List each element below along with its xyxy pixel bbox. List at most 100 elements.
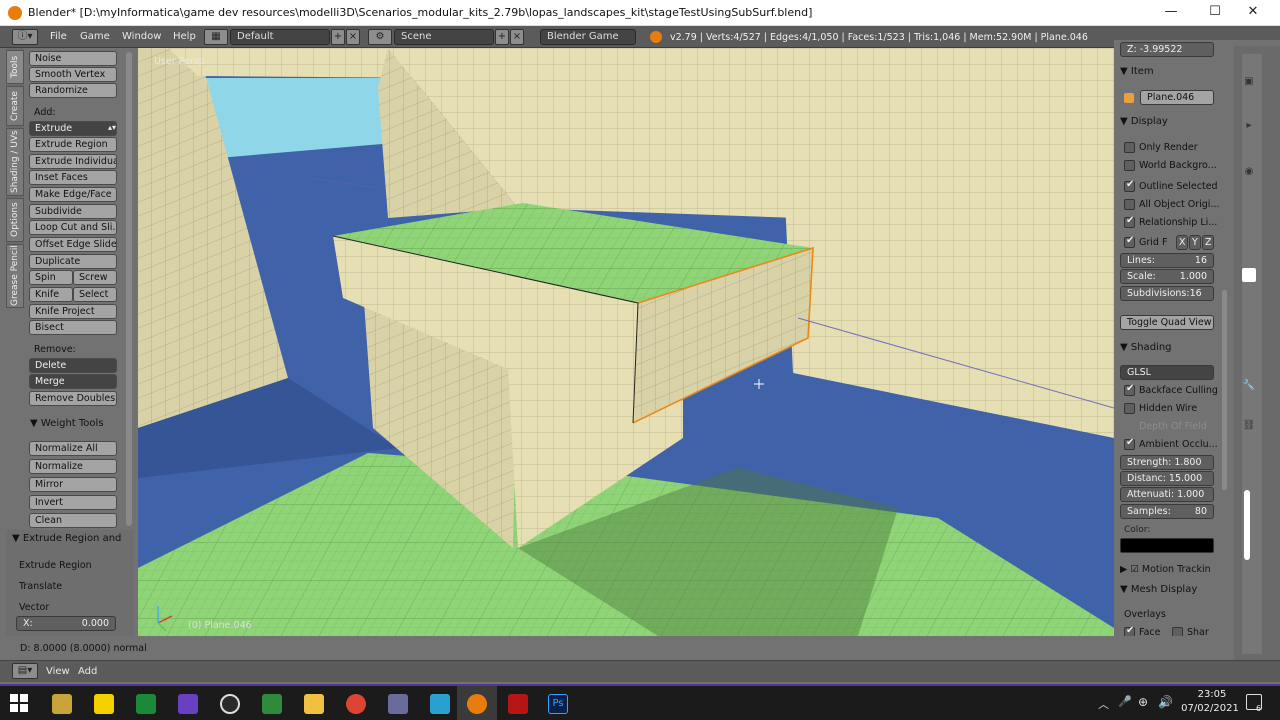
blender-taskbar-icon[interactable] [467,694,487,714]
layout-remove-icon[interactable]: × [346,29,360,45]
knife-project-button[interactable]: Knife Project [29,304,117,319]
object-name-field[interactable]: Plane.046 [1140,90,1214,105]
chrome-icon[interactable] [346,694,366,714]
weight-tools-header[interactable]: ▼ Weight Tools [30,418,104,429]
location-z-field[interactable]: Z: -3.99522 [1120,42,1214,57]
mirror-button[interactable]: Mirror [29,477,117,492]
face-checkbox[interactable] [1124,625,1135,636]
duplicate-button[interactable]: Duplicate [29,254,117,269]
tab-shading-uvs[interactable]: Shading / UVs [6,128,24,196]
grid-scale-field[interactable]: Scale: 1.000 [1120,269,1214,284]
app-icon-6[interactable] [262,694,282,714]
vector-x-field[interactable]: X: 0.000 [16,616,116,631]
outline-selected-checkbox[interactable] [1124,179,1135,192]
randomize-button[interactable]: Randomize [29,83,117,98]
white-swatch-icon[interactable] [1242,268,1256,282]
app-icon-3[interactable] [136,694,156,714]
shading-mode-dropdown[interactable]: GLSL [1120,365,1214,380]
constraint-icon[interactable]: ⛓ [1242,420,1256,434]
grid-subdivisions-field[interactable]: Subdivisions:16 [1120,286,1214,301]
extrude-dropdown[interactable]: Extrude [29,121,117,136]
ao-strength-field[interactable]: Strength: 1.800 [1120,455,1214,470]
ao-samples-field[interactable]: Samples: 80 [1120,504,1214,519]
operator-title[interactable]: ▼ Extrude Region and [12,533,121,544]
properties-scrollbar[interactable] [1222,290,1227,490]
shading-panel-header[interactable]: ▼ Shading [1120,342,1172,353]
scene-field[interactable]: Scene [394,29,494,45]
mesh-display-header[interactable]: ▼ Mesh Display [1120,584,1197,595]
scroll-slider[interactable] [1244,490,1250,560]
extrude-region-button[interactable]: Extrude Region [29,137,117,152]
item-panel-header[interactable]: ▼ Item [1120,66,1154,77]
layout-add-icon[interactable]: + [331,29,345,45]
scene-add-icon[interactable]: + [495,29,509,45]
grid-lines-field[interactable]: Lines: 16 [1120,253,1214,268]
delete-dropdown[interactable]: Delete [29,358,117,373]
ao-distance-field[interactable]: Distanc: 15.000 [1120,471,1214,486]
remove-doubles-button[interactable]: Remove Doubles [29,391,117,406]
microphone-icon[interactable]: 🎤 [1118,695,1132,708]
editor-type-icon[interactable]: ⓘ▾ [12,29,38,45]
inset-faces-button[interactable]: Inset Faces [29,170,117,185]
3d-viewport[interactable]: User Persp (0) Plane.046 [138,48,1114,636]
all-object-origins-checkbox[interactable] [1124,199,1135,210]
view-menu[interactable]: View [46,666,70,677]
tool-shelf-scrollbar[interactable] [126,52,132,526]
app-icon-1[interactable] [52,694,72,714]
sharp-checkbox[interactable] [1172,627,1183,636]
scene-remove-icon[interactable]: × [510,29,524,45]
menu-file[interactable]: File [50,31,67,42]
only-render-checkbox[interactable] [1124,142,1135,153]
axis-x-toggle[interactable]: X [1176,235,1188,250]
ambient-occlusion-checkbox[interactable] [1124,437,1135,450]
layout-field[interactable]: Default [230,29,330,45]
modifier-icon[interactable]: 🔧 [1242,380,1256,394]
sticky-notes-icon[interactable] [94,694,114,714]
tab-tools[interactable]: Tools [6,50,24,84]
unity-icon[interactable] [220,694,240,714]
layout-icon[interactable]: ▦ [204,29,228,45]
toggle-quad-view-button[interactable]: Toggle Quad View [1120,315,1214,330]
make-edge-face-button[interactable]: Make Edge/Face [29,187,117,202]
normalize-all-button[interactable]: Normalize All [29,441,117,456]
volume-icon[interactable]: 🔊 [1158,695,1173,709]
render-engine-dropdown[interactable]: Blender Game [540,29,636,45]
clean-button[interactable]: Clean [29,513,117,528]
tab-options[interactable]: Options [6,198,24,242]
tab-create[interactable]: Create [6,86,24,126]
bisect-button[interactable]: Bisect [29,320,117,335]
merge-dropdown[interactable]: Merge [29,374,117,389]
hidden-wire-checkbox[interactable] [1124,403,1135,414]
offset-edge-slide-button[interactable]: Offset Edge Slide [29,237,117,252]
calculator-icon[interactable] [430,694,450,714]
axis-y-toggle[interactable]: Y [1189,235,1201,250]
clock-time[interactable]: 23:05 [1190,689,1234,700]
motion-tracking-header[interactable]: ▶ ☑ Motion Trackin [1120,564,1211,575]
spin-button[interactable]: Spin [29,270,73,285]
clock-date[interactable]: 07/02/2021 [1180,703,1240,714]
scene-tab-icon[interactable]: ▸ [1242,120,1256,134]
close-button[interactable]: ✕ [1238,4,1268,22]
scene-icon[interactable]: ⚙ [368,29,392,45]
noise-button[interactable]: Noise [29,51,117,66]
tray-chevron-icon[interactable]: ︿ [1098,696,1109,712]
add-menu[interactable]: Add [78,666,97,677]
menu-help[interactable]: Help [173,31,196,42]
maximize-button[interactable]: ☐ [1200,4,1230,22]
network-icon[interactable]: ⊕ [1138,695,1148,709]
knife-button[interactable]: Knife [29,287,73,302]
world-background-checkbox[interactable] [1124,160,1135,171]
subdivide-button[interactable]: Subdivide [29,204,117,219]
relationship-lines-checkbox[interactable] [1124,215,1135,228]
axis-z-toggle[interactable]: Z [1202,235,1214,250]
menu-game[interactable]: Game [80,31,110,42]
select-button[interactable]: Select [73,287,117,302]
screw-button[interactable]: Screw [73,270,117,285]
app-icon-9[interactable] [388,694,408,714]
extrude-individual-button[interactable]: Extrude Individual [29,154,117,169]
loop-cut-button[interactable]: Loop Cut and Sli... [29,220,117,235]
app-icon-12[interactable] [508,694,528,714]
smooth-vertex-button[interactable]: Smooth Vertex [29,67,117,82]
invert-button[interactable]: Invert [29,495,117,510]
tab-grease-pencil[interactable]: Grease Pencil [6,244,24,308]
